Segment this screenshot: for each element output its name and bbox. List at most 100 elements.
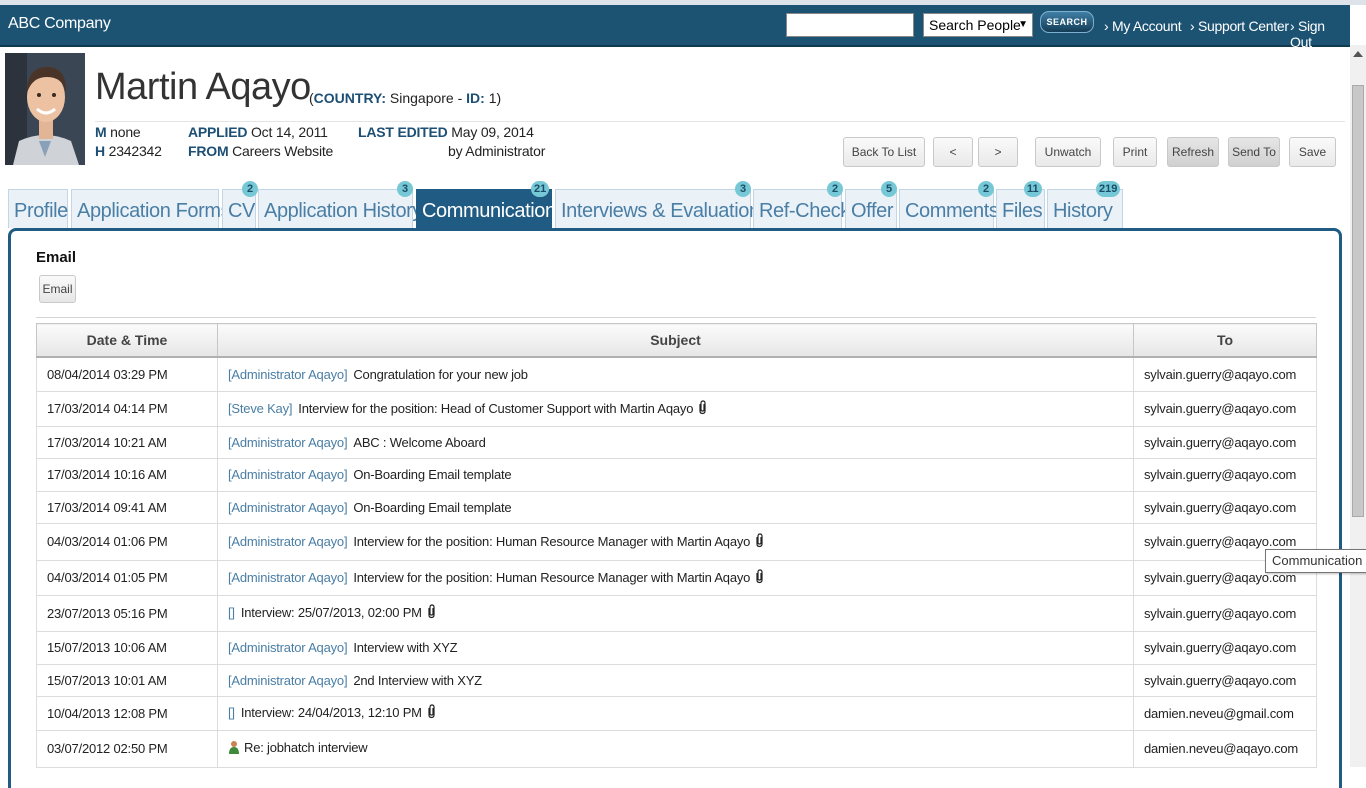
tab-profile[interactable]: Profile: [8, 189, 68, 228]
email-subject[interactable]: On-Boarding Email template: [353, 467, 511, 482]
applied-value: Oct 14, 2011: [250, 124, 328, 140]
email-subject-cell[interactable]: [Administrator Aqayo] Interview for the p…: [217, 559, 1134, 596]
table-row[interactable]: 15/07/2013 10:06 AM [Administrator Aqayo]…: [36, 630, 1317, 665]
top-navigation-bar: ABC Company Search People ▼ SEARCH › My …: [0, 5, 1350, 50]
table-row[interactable]: 17/03/2014 09:41 AM [Administrator Aqayo]…: [36, 490, 1317, 524]
table-row[interactable]: 04/03/2014 01:06 PM [Administrator Aqayo]…: [36, 522, 1317, 561]
email-sender-link[interactable]: [Administrator Aqayo]: [228, 640, 348, 655]
email-subject-cell[interactable]: [] Interview: 25/07/2013, 02:00 PM: [217, 594, 1134, 632]
email-subject[interactable]: ABC : Welcome Aboard: [353, 435, 486, 450]
email-sender-link[interactable]: [Administrator Aqayo]: [228, 435, 348, 450]
email-sender-link[interactable]: [Administrator Aqayo]: [228, 467, 348, 482]
email-date: 10/04/2013 12:08 PM: [36, 695, 218, 731]
search-button[interactable]: SEARCH: [1040, 11, 1094, 33]
next-button[interactable]: >: [978, 137, 1018, 167]
vertical-scrollbar[interactable]: [1350, 45, 1366, 767]
email-subject-cell[interactable]: [Administrator Aqayo] Congratulation for …: [217, 356, 1134, 392]
paperclip-icon: [427, 704, 436, 722]
email-sender-link[interactable]: [Administrator Aqayo]: [228, 367, 348, 382]
table-row[interactable]: 04/03/2014 01:05 PM [Administrator Aqayo]…: [36, 559, 1317, 596]
email-subject[interactable]: 2nd Interview with XYZ: [353, 673, 482, 688]
tab-interviews-evaluations-badge: 3: [735, 181, 751, 197]
email-sender-link[interactable]: [Administrator Aqayo]: [228, 570, 348, 585]
scrollbar-thumb[interactable]: [1352, 85, 1364, 517]
email-recipient: sylvain.guerry@aqayo.com: [1133, 425, 1317, 459]
table-row[interactable]: 17/03/2014 04:14 PM [Steve Kay] Interview …: [36, 390, 1317, 427]
email-subject[interactable]: Interview for the position: Head of Cust…: [298, 401, 693, 416]
dropdown-arrow-icon: ▼: [1018, 19, 1028, 30]
my-account-link[interactable]: › My Account: [1104, 18, 1182, 34]
email-subject[interactable]: Interview for the position: Human Resour…: [353, 534, 750, 549]
email-sender-link[interactable]: [Administrator Aqayo]: [228, 500, 348, 515]
table-row[interactable]: 08/04/2014 03:29 PM [Administrator Aqayo]…: [36, 356, 1317, 392]
email-subject-cell[interactable]: Re: jobhatch interview: [217, 729, 1134, 768]
header-divider: [95, 121, 1345, 122]
email-date: 17/03/2014 04:14 PM: [36, 390, 218, 427]
table-row[interactable]: 03/07/2012 02:50 PM Re: jobhatch intervie…: [36, 729, 1317, 768]
email-subject-cell[interactable]: [Steve Kay] Interview for the position: H…: [217, 390, 1134, 427]
from-value: Careers Website: [232, 143, 334, 159]
email-subject[interactable]: Re: jobhatch interview: [244, 740, 368, 755]
email-subject[interactable]: Interview with XYZ: [353, 640, 457, 655]
email-recipient: sylvain.guerry@aqayo.com: [1133, 663, 1317, 697]
email-subject-cell[interactable]: [] Interview: 24/04/2013, 12:10 PM: [217, 695, 1134, 731]
country-value: Singapore: [389, 90, 454, 106]
back-to-list-button[interactable]: Back To List: [843, 137, 925, 167]
column-header-to[interactable]: To: [1133, 323, 1317, 358]
paperclip-icon: [755, 568, 764, 587]
email-sender-link[interactable]: []: [228, 705, 235, 720]
email-subject-cell[interactable]: [Administrator Aqayo] ABC : Welcome Aboar…: [217, 425, 1134, 459]
email-date: 17/03/2014 10:21 AM: [36, 425, 218, 459]
tooltip: Communication: [1265, 549, 1366, 573]
email-recipient: damien.neveu@gmail.com: [1133, 695, 1317, 731]
previous-button[interactable]: <: [933, 137, 973, 167]
email-sender-link[interactable]: [Steve Kay]: [228, 401, 292, 416]
tab-communication[interactable]: Communication: [416, 189, 556, 228]
candidate-name: Martin Aqayo: [95, 66, 311, 108]
table-row[interactable]: 23/07/2013 05:16 PM [] Interview: 25/07/20…: [36, 594, 1317, 632]
search-input[interactable]: [786, 13, 914, 37]
sign-out-link[interactable]: › Sign Out: [1290, 18, 1350, 50]
email-subject-cell[interactable]: [Administrator Aqayo] On-Boarding Email t…: [217, 457, 1134, 492]
email-section-title: Email: [36, 249, 77, 266]
email-subject[interactable]: Interview: 24/04/2013, 12:10 PM: [241, 705, 422, 720]
email-subject-cell[interactable]: [Administrator Aqayo] Interview for the p…: [217, 522, 1134, 561]
email-sender-link[interactable]: [Administrator Aqayo]: [228, 534, 348, 549]
tab-application-history[interactable]: Application History: [258, 189, 422, 228]
tab-ref-check-badge: 2: [827, 181, 843, 197]
from-label: FROM: [188, 143, 229, 159]
email-date: 15/07/2013 10:06 AM: [36, 630, 218, 665]
email-subject[interactable]: Interview: 25/07/2013, 02:00 PM: [241, 605, 422, 620]
column-header-date[interactable]: Date & Time: [36, 323, 218, 358]
compose-email-button[interactable]: Email: [39, 275, 76, 303]
unwatch-button[interactable]: Unwatch: [1035, 137, 1101, 167]
column-header-subject[interactable]: Subject: [217, 323, 1134, 358]
candidate-country-id: (COUNTRY: Singapore - ID: 1): [309, 90, 502, 106]
send-to-button[interactable]: Send To: [1228, 137, 1280, 167]
email-sender-link[interactable]: []: [228, 605, 235, 620]
last-edited-value: May 09, 2014: [451, 124, 534, 140]
gender-info: M none: [95, 124, 141, 140]
support-center-link[interactable]: › Support Center: [1190, 18, 1289, 34]
email-date: 17/03/2014 10:16 AM: [36, 457, 218, 492]
table-row[interactable]: 17/03/2014 10:21 AM [Administrator Aqayo]…: [36, 425, 1317, 459]
tab-application-forms[interactable]: Application Forms: [71, 189, 231, 228]
search-category-select[interactable]: Search People ▼: [923, 13, 1033, 37]
table-row[interactable]: 15/07/2013 10:01 AM [Administrator Aqayo]…: [36, 663, 1317, 697]
save-button[interactable]: Save: [1289, 137, 1336, 167]
table-row[interactable]: 17/03/2014 10:16 AM [Administrator Aqayo]…: [36, 457, 1317, 492]
tab-interviews-evaluations[interactable]: Interviews & Evaluations: [555, 189, 770, 228]
email-subject-cell[interactable]: [Administrator Aqayo] 2nd Interview with …: [217, 663, 1134, 697]
email-subject[interactable]: Interview for the position: Human Resour…: [353, 570, 750, 585]
email-subject[interactable]: Congratulation for your new job: [353, 367, 528, 382]
table-row[interactable]: 10/04/2013 12:08 PM [] Interview: 24/04/20…: [36, 695, 1317, 731]
email-sender-link[interactable]: [Administrator Aqayo]: [228, 673, 348, 688]
refresh-button[interactable]: Refresh: [1167, 137, 1219, 167]
email-subject[interactable]: On-Boarding Email template: [353, 500, 511, 515]
scroll-up-arrow-icon[interactable]: [1353, 51, 1363, 57]
country-label: COUNTRY:: [313, 90, 386, 106]
tab-application-history-badge: 3: [397, 181, 413, 197]
email-subject-cell[interactable]: [Administrator Aqayo] On-Boarding Email t…: [217, 490, 1134, 524]
print-button[interactable]: Print: [1113, 137, 1157, 167]
email-subject-cell[interactable]: [Administrator Aqayo] Interview with XYZ: [217, 630, 1134, 665]
